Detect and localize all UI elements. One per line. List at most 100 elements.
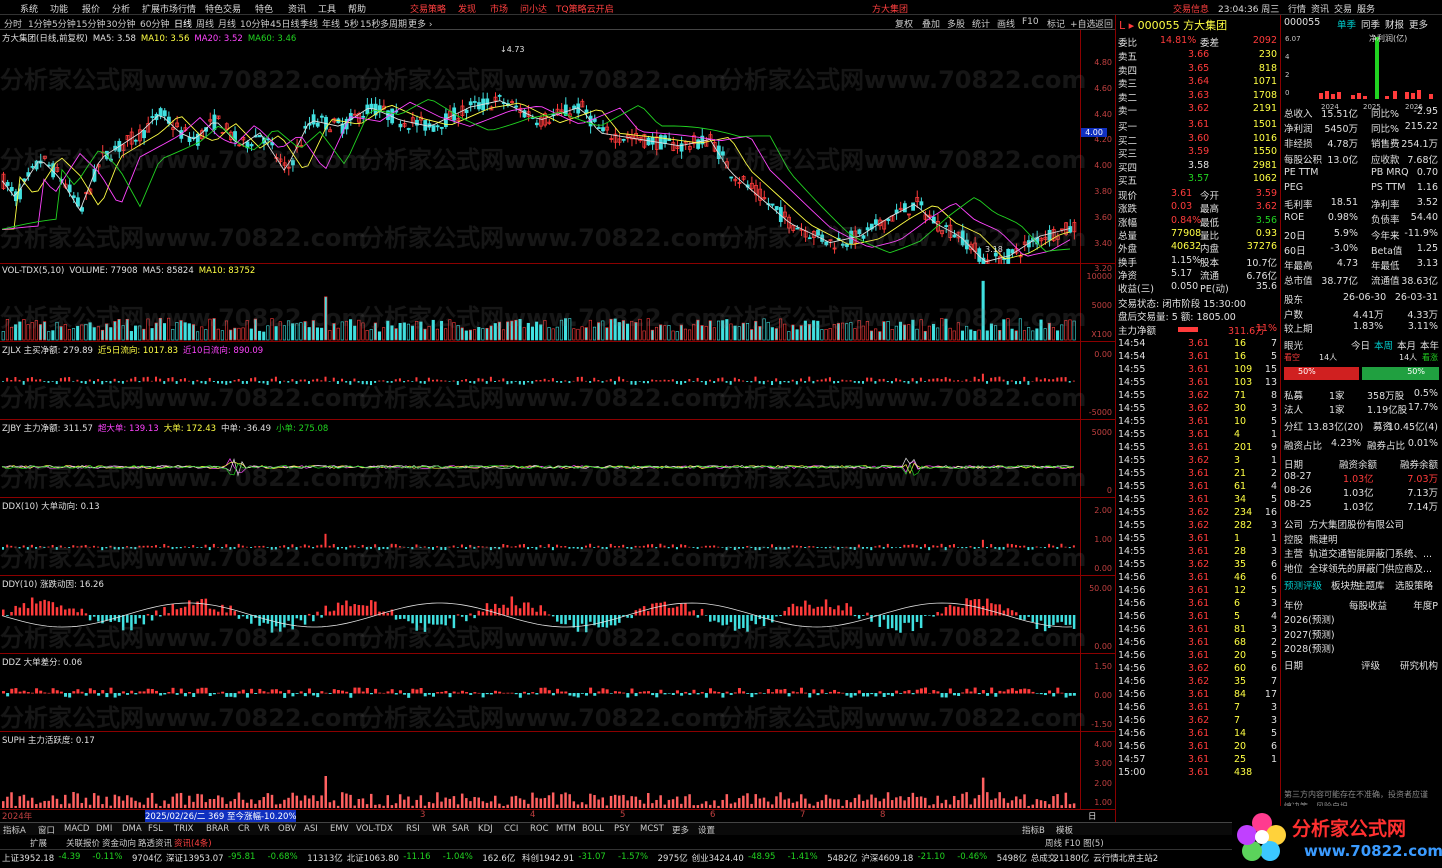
period-tab-1[interactable]: 1分钟 — [28, 17, 52, 30]
ddz-bar — [460, 690, 464, 694]
indicator-tab-14[interactable]: RSI — [406, 824, 420, 834]
eye-tab-2[interactable]: 本月 — [1397, 338, 1416, 352]
chart-tool-6[interactable]: 标记 — [1047, 17, 1065, 30]
top-nav-0[interactable]: 行情 — [1288, 2, 1306, 15]
menu-item-1[interactable]: 功能 — [50, 2, 68, 15]
pane-suph[interactable]: SUPH 主力活跃度: 0.17 4.00 3.00 2.00 1.00 — [0, 732, 1115, 810]
chart-tool-5[interactable]: F10 — [1022, 17, 1039, 27]
status-tab-4[interactable]: 资讯(4条) — [174, 837, 212, 849]
indicator-tab-3[interactable]: DMI — [96, 824, 112, 834]
fin-row: 净利润 5450万 同比% 215.22 — [1284, 121, 1438, 136]
eye-tab-0[interactable]: 今日 — [1351, 338, 1370, 352]
pane-zjlx[interactable]: ZJLX 主买净额: 279.89 近5日流向: 1017.83 近10日流向: 8… — [0, 342, 1115, 420]
chart-tool-2[interactable]: 多股 — [947, 17, 965, 30]
menu-item-7[interactable]: 资讯 — [288, 2, 306, 15]
status-tab-1[interactable]: 关联报价 — [66, 837, 100, 849]
feature-tag-0[interactable]: 预测评级 — [1284, 578, 1322, 592]
indicator-tab-12[interactable]: EMV — [330, 824, 349, 834]
ddy-bar — [303, 615, 307, 625]
chart-tool-8[interactable]: 返回 — [1095, 17, 1113, 30]
vol-bar — [224, 320, 229, 341]
menu-item-10[interactable]: 交易策略 — [410, 2, 446, 15]
indicator-tab-2[interactable]: MACD — [64, 824, 89, 834]
indicator-tab-9[interactable]: VR — [258, 824, 270, 834]
pane-ddy[interactable]: DDY(10) 涨跌动因: 16.26 50.00 0.00 — [0, 576, 1115, 654]
indicator-tab-16[interactable]: SAR — [452, 824, 469, 834]
period-tab-13[interactable]: 5秒 — [344, 17, 359, 30]
indicator-tab-7[interactable]: BRAR — [206, 824, 229, 834]
menu-item-9[interactable]: 帮助 — [348, 2, 366, 15]
chart-tool-0[interactable]: 复权 — [895, 17, 913, 30]
kline-y-tick: 4.40 — [1094, 109, 1112, 119]
status-tab-3[interactable]: 路透资讯 — [138, 837, 172, 849]
menu-item-6[interactable]: 特色 — [255, 2, 273, 15]
pane-ddz[interactable]: DDZ 大单差分: 0.06 1.50 0.00 -1.50 — [0, 654, 1115, 732]
menu-item-14[interactable]: TQ策略云开启 — [556, 2, 614, 15]
period-tab-6[interactable]: 日线 — [174, 17, 192, 30]
pane-zjby[interactable]: ZJBY 主力净额: 311.57 超大单: 139.13 大单: 172.43 中单… — [0, 420, 1115, 498]
indicator-tab-5[interactable]: FSL — [148, 824, 163, 834]
feature-tag-2[interactable]: 主题库 — [1356, 578, 1385, 592]
period-tab-8[interactable]: 月线 — [218, 17, 236, 30]
indicator-tab-6[interactable]: TRIX — [174, 824, 193, 834]
period-tab-16[interactable]: 更多 › — [408, 17, 432, 30]
fin-tab-1[interactable]: 同季 — [1361, 17, 1380, 31]
pane-voltdx[interactable]: VOL-TDX(5,10) VOLUME: 77908 MA5: 85824 MA10… — [0, 264, 1115, 342]
menu-item-2[interactable]: 报价 — [82, 2, 100, 15]
indicator-tab-15[interactable]: WR — [432, 824, 446, 834]
eye-tab-3[interactable]: 本年 — [1420, 338, 1439, 352]
indicator-tab-8[interactable]: CR — [238, 824, 250, 834]
chart-tool-7[interactable]: +自选 — [1070, 17, 1096, 30]
menu-item-11[interactable]: 发现 — [458, 2, 476, 15]
period-tab-0[interactable]: 分时 — [4, 17, 22, 30]
indicator-tab-23[interactable]: MCST — [640, 824, 664, 834]
eye-tab-1[interactable]: 本周 — [1374, 338, 1393, 352]
top-nav-3[interactable]: 服务 — [1357, 2, 1375, 15]
pane-ddx[interactable]: DDX(10) 大单动向: 0.13 2.00 1.00 0.00 — [0, 498, 1115, 576]
menu-item-5[interactable]: 特色交易 — [205, 2, 241, 15]
period-tab-3[interactable]: 15分钟 — [76, 17, 105, 30]
period-tab-9[interactable]: 10分钟 — [240, 17, 269, 30]
indicator-tab-10[interactable]: OBV — [278, 824, 296, 834]
menu-item-13[interactable]: 问小达 — [520, 2, 547, 15]
period-tab-7[interactable]: 周线 — [196, 17, 214, 30]
flow-bar — [684, 381, 687, 384]
indicator-tab-4[interactable]: DMA — [122, 824, 142, 834]
chart-area[interactable]: 方大集团(日线,前复权) MA5: 3.58 MA10: 3.56 MA20: 3.5… — [0, 30, 1115, 834]
period-tab-5[interactable]: 60分钟 — [140, 17, 169, 30]
fin-tab-2[interactable]: 财报 — [1385, 17, 1404, 31]
indicator-tab-19[interactable]: ROC — [530, 824, 549, 834]
kline-pane[interactable]: 方大集团(日线,前复权) MA5: 3.58 MA10: 3.56 MA20: 3.5… — [0, 30, 1115, 273]
period-tab-10[interactable]: 45日线 — [270, 17, 299, 30]
fin-tab-0[interactable]: 单季 — [1337, 17, 1356, 31]
chart-tool-3[interactable]: 统计 — [972, 17, 990, 30]
period-tab-11[interactable]: 季线 — [300, 17, 318, 30]
ddz-bar — [659, 689, 663, 694]
menu-item-3[interactable]: 分析 — [112, 2, 130, 15]
status-tab-0[interactable]: 扩展 — [30, 837, 47, 849]
status-tab-2[interactable]: 资金动向 — [102, 837, 136, 849]
fin-tab-3[interactable]: 更多 — [1409, 17, 1428, 31]
top-nav-2[interactable]: 交易 — [1334, 2, 1352, 15]
menu-item-0[interactable]: 系统 — [20, 2, 38, 15]
feature-tag-3[interactable]: 选股策略 — [1395, 578, 1433, 592]
period-tab-14[interactable]: 15秒 — [360, 17, 380, 30]
menu-item-4[interactable]: 扩展市场行情 — [142, 2, 196, 15]
period-tab-15[interactable]: 多周期 — [380, 17, 407, 30]
menu-item-12[interactable]: 市场 — [490, 2, 508, 15]
chart-tool-4[interactable]: 画线 — [997, 17, 1015, 30]
indicator-tab-13[interactable]: VOL-TDX — [356, 824, 393, 834]
indicator-tab-22[interactable]: PSY — [614, 824, 630, 834]
period-tab-2[interactable]: 5分钟 — [52, 17, 76, 30]
chart-tool-1[interactable]: 叠加 — [922, 17, 940, 30]
indicator-tab-18[interactable]: CCI — [504, 824, 518, 834]
menu-item-8[interactable]: 工具 — [318, 2, 336, 15]
period-tab-12[interactable]: 年线 — [322, 17, 340, 30]
indicator-tab-21[interactable]: BOLL — [582, 824, 604, 834]
indicator-tab-17[interactable]: KDJ — [478, 824, 493, 834]
indicator-tab-20[interactable]: MTM — [556, 824, 576, 834]
period-tab-4[interactable]: 30分钟 — [106, 17, 135, 30]
indicator-tab-11[interactable]: ASI — [304, 824, 318, 834]
top-nav-1[interactable]: 资讯 — [1311, 2, 1329, 15]
trade-info-link[interactable]: 交易信息 — [1173, 2, 1209, 15]
